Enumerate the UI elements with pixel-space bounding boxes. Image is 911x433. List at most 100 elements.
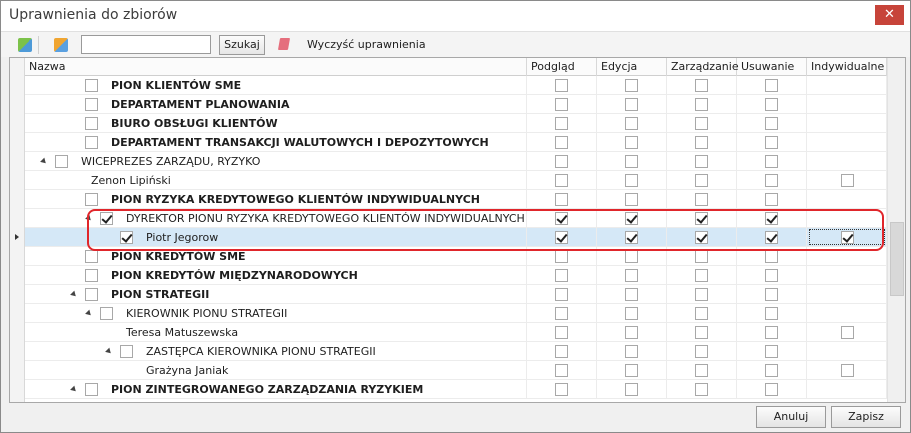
permission-checkbox[interactable] — [555, 136, 568, 149]
permission-checkbox[interactable] — [625, 307, 638, 320]
permission-checkbox[interactable] — [555, 117, 568, 130]
permission-checkbox[interactable] — [625, 364, 638, 377]
permission-checkbox[interactable] — [555, 383, 568, 396]
table-row[interactable]: Teresa Matuszewska — [25, 323, 887, 342]
permission-checkbox[interactable] — [765, 288, 778, 301]
permission-checkbox[interactable] — [765, 383, 778, 396]
cancel-button[interactable]: Anuluj — [756, 406, 826, 428]
grant-permissions-icon[interactable] — [18, 38, 32, 52]
refresh-permissions-icon[interactable] — [54, 38, 68, 52]
permission-checkbox[interactable] — [625, 288, 638, 301]
permission-checkbox[interactable] — [695, 155, 708, 168]
column-header-podglad[interactable]: Podgląd — [527, 58, 597, 76]
table-row[interactable]: Zenon Lipiński — [25, 171, 887, 190]
table-row[interactable]: PION KREDYTÓW MIĘDZYNARODOWYCH — [25, 266, 887, 285]
permission-checkbox[interactable] — [555, 307, 568, 320]
vertical-scrollbar[interactable] — [887, 58, 905, 402]
column-header-name[interactable]: Nazwa — [25, 58, 527, 76]
table-row[interactable]: PION STRATEGII — [25, 285, 887, 304]
individual-cell — [807, 304, 887, 323]
table-row[interactable]: PION KLIENTÓW SME — [25, 76, 887, 95]
table-row[interactable]: DEPARTAMENT TRANSAKCJI WALUTOWYCH I DEPO… — [25, 133, 887, 152]
permission-checkbox[interactable] — [765, 98, 778, 111]
column-header-edycja[interactable]: Edycja — [597, 58, 667, 76]
permission-checkbox[interactable] — [765, 79, 778, 92]
permission-checkbox[interactable] — [765, 307, 778, 320]
table-row[interactable]: PION RYZYKA KREDYTOWEGO KLIENTÓW INDYWID… — [25, 190, 887, 209]
scrollbar-thumb[interactable] — [890, 222, 904, 296]
name-cell — [25, 304, 527, 323]
permission-checkbox[interactable] — [555, 79, 568, 92]
permission-checkbox[interactable] — [625, 136, 638, 149]
permission-checkbox[interactable] — [555, 155, 568, 168]
eraser-icon[interactable] — [277, 38, 291, 50]
permission-checkbox[interactable] — [555, 269, 568, 282]
permission-checkbox[interactable] — [555, 98, 568, 111]
permission-checkbox[interactable] — [695, 174, 708, 187]
individual-cell — [807, 380, 887, 399]
permission-checkbox[interactable] — [695, 288, 708, 301]
individual-checkbox[interactable] — [841, 364, 854, 377]
table-row[interactable]: BIURO OBSŁUGI KLIENTÓW — [25, 114, 887, 133]
permission-checkbox[interactable] — [695, 193, 708, 206]
permission-checkbox[interactable] — [695, 136, 708, 149]
permission-checkbox[interactable] — [625, 98, 638, 111]
permission-checkbox[interactable] — [765, 174, 778, 187]
permission-checkbox[interactable] — [695, 307, 708, 320]
permission-checkbox[interactable] — [695, 98, 708, 111]
permission-checkbox[interactable] — [695, 326, 708, 339]
permission-checkbox[interactable] — [765, 250, 778, 263]
permission-checkbox[interactable] — [765, 364, 778, 377]
permission-checkbox[interactable] — [625, 269, 638, 282]
permission-checkbox[interactable] — [625, 174, 638, 187]
permission-checkbox[interactable] — [555, 364, 568, 377]
permission-checkbox[interactable] — [625, 326, 638, 339]
toolbar-separator — [38, 36, 39, 54]
table-row[interactable]: WICEPREZES ZARZĄDU, RYZYKO — [25, 152, 887, 171]
permission-checkbox[interactable] — [695, 79, 708, 92]
permission-checkbox[interactable] — [555, 288, 568, 301]
permission-checkbox[interactable] — [765, 155, 778, 168]
permission-checkbox[interactable] — [625, 193, 638, 206]
permission-checkbox[interactable] — [765, 117, 778, 130]
permission-checkbox[interactable] — [695, 269, 708, 282]
table-row[interactable]: ZASTĘPCA KIEROWNIKA PIONU STRATEGII — [25, 342, 887, 361]
permission-checkbox[interactable] — [695, 345, 708, 358]
permission-checkbox[interactable] — [555, 250, 568, 263]
name-cell — [25, 152, 527, 171]
close-button[interactable]: ✕ — [875, 5, 904, 25]
search-input[interactable] — [81, 35, 211, 54]
permission-checkbox[interactable] — [765, 193, 778, 206]
table-row[interactable]: PION ZINTEGROWANEGO ZARZĄDZANIA RYZYKIEM — [25, 380, 887, 399]
table-row[interactable]: Grażyna Janiak — [25, 361, 887, 380]
permission-checkbox[interactable] — [695, 117, 708, 130]
permission-checkbox[interactable] — [625, 250, 638, 263]
permission-checkbox[interactable] — [555, 174, 568, 187]
permission-checkbox[interactable] — [625, 117, 638, 130]
permission-checkbox[interactable] — [555, 345, 568, 358]
table-row[interactable]: DEPARTAMENT PLANOWANIA — [25, 95, 887, 114]
permission-checkbox[interactable] — [695, 364, 708, 377]
permission-checkbox[interactable] — [625, 79, 638, 92]
save-button[interactable]: Zapisz — [831, 406, 901, 428]
permission-checkbox[interactable] — [695, 250, 708, 263]
permission-checkbox[interactable] — [555, 193, 568, 206]
permission-checkbox[interactable] — [765, 269, 778, 282]
column-header-zarzadzanie[interactable]: Zarządzanie — [667, 58, 739, 76]
permission-checkbox[interactable] — [765, 136, 778, 149]
permission-checkbox[interactable] — [695, 383, 708, 396]
permission-checkbox[interactable] — [625, 383, 638, 396]
permission-checkbox[interactable] — [625, 345, 638, 358]
individual-checkbox[interactable] — [841, 174, 854, 187]
search-button[interactable]: Szukaj — [219, 35, 265, 55]
column-header-usuwanie[interactable]: Usuwanie — [737, 58, 807, 76]
permission-checkbox[interactable] — [765, 326, 778, 339]
column-header-indywidualne[interactable]: Indywidualne — [807, 58, 887, 76]
table-row[interactable]: KIEROWNIK PIONU STRATEGII — [25, 304, 887, 323]
individual-cell — [807, 95, 887, 114]
clear-permissions-button[interactable]: Wyczyść uprawnienia — [307, 38, 426, 51]
permission-checkbox[interactable] — [765, 345, 778, 358]
permission-checkbox[interactable] — [555, 326, 568, 339]
permission-checkbox[interactable] — [625, 155, 638, 168]
individual-checkbox[interactable] — [841, 326, 854, 339]
